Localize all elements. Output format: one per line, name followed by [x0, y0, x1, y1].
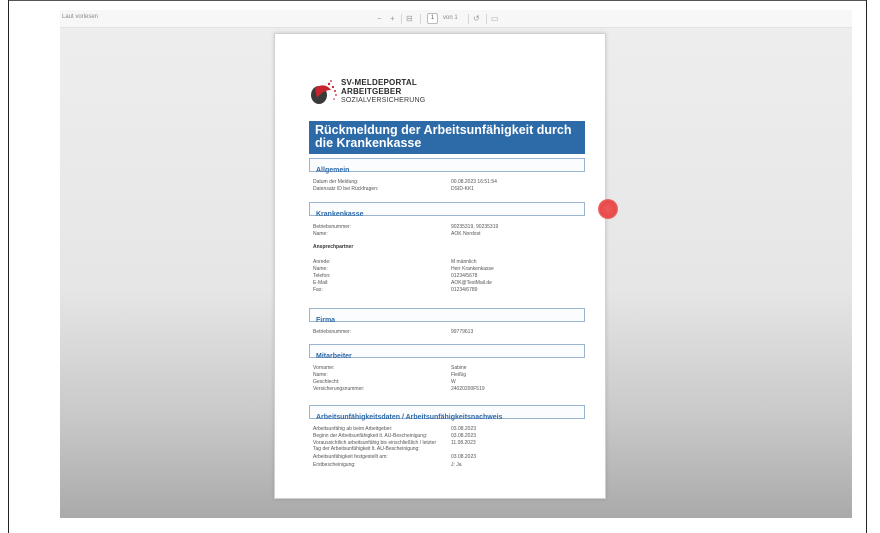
field-label: Anrede:	[313, 259, 331, 265]
field-row: Versicherungsnummer: 24020200F519	[313, 386, 583, 393]
field-row: Betriebsnummer: 99779613	[313, 329, 583, 336]
field-value: 01234/6789	[451, 287, 478, 293]
field-label: Name:	[313, 372, 328, 378]
pdf-toolbar: Laut vorlesen − + ⊟ 1 von 1 ↺ ▭	[60, 10, 852, 28]
field-value: J: Ja	[451, 462, 462, 468]
field-row: Name: AOK Nordost	[313, 231, 583, 238]
logo-line-3: SOZIALVERSICHERUNG	[341, 97, 426, 104]
field-label: Arbeitsunfähig ab beim Arbeitgeber:	[313, 426, 393, 432]
field-label: Erstbescheinigung:	[313, 462, 356, 468]
field-row: Name: Fleißig	[313, 372, 583, 379]
field-label: Arbeitsunfähigkeit festgestellt am:	[313, 454, 388, 460]
field-row: Telefon: 01234/5678	[313, 273, 583, 280]
field-value: 24020200F519	[451, 386, 485, 392]
field-value: DSID-KK1	[451, 186, 475, 192]
field-row: Arbeitsunfähigkeit festgestellt am: 03.0…	[313, 454, 583, 461]
field-row: Erstbescheinigung: J: Ja	[313, 462, 583, 469]
field-label: Telefon:	[313, 273, 331, 279]
field-row: Datensatz ID bei Rückfragen: DSID-KK1	[313, 186, 583, 193]
section-heading: Arbeitsunfähigkeitsdaten / Arbeitsunfähi…	[316, 414, 503, 421]
section-heading: Mitarbeiter	[316, 353, 352, 360]
field-value: W	[451, 379, 456, 385]
field-label: Name:	[313, 231, 328, 237]
section-heading: Firma	[316, 317, 336, 324]
toolbar-divider	[420, 14, 421, 24]
field-value: 03.08.2023	[451, 454, 477, 460]
field-value: M männlich	[451, 259, 477, 265]
field-row: Arbeitsunfähig ab beim Arbeitgeber: 03.0…	[313, 426, 583, 433]
section-heading: Krankenkasse	[316, 211, 364, 218]
field-label: Datum der Meldung:	[313, 179, 359, 185]
frame-border-left	[8, 0, 9, 533]
field-value: Sabine	[451, 365, 467, 371]
field-value: 90235319, 90235319	[451, 224, 499, 230]
field-label: Beginn der Arbeitsunfähigkeit lt. AU-Bes…	[313, 433, 428, 439]
toolbar-divider	[468, 14, 469, 24]
logo-line-1: SV-MELDEPORTAL	[341, 78, 417, 87]
sv-meldeportal-logo-icon	[311, 80, 337, 104]
document-title-bar: Rückmeldung der Arbeitsunfähigkeit durch…	[309, 121, 585, 154]
document-title: Rückmeldung der Arbeitsunfähigkeit durch…	[315, 123, 572, 150]
field-row: Betriebsnummer: 90235319, 90235319	[313, 224, 583, 231]
contact-subheading: Ansprechpartner	[313, 244, 354, 250]
field-value: 99779613	[451, 329, 474, 335]
page-view-icon[interactable]: ▭	[491, 13, 499, 24]
pdf-page: SV-MELDEPORTAL ARBEITGEBER SOZIALVERSICH…	[274, 33, 606, 499]
field-label: Betriebsnummer:	[313, 329, 352, 335]
field-label: Name:	[313, 266, 328, 272]
section-krankenkasse: Krankenkasse	[309, 202, 585, 218]
section-heading: Allgemein	[316, 167, 350, 174]
section-mitarbeiter: Mitarbeiter	[309, 344, 585, 360]
rotate-icon[interactable]: ↺	[473, 13, 480, 24]
page-number-input[interactable]: 1	[427, 13, 438, 24]
field-value: 01234/5678	[451, 273, 478, 279]
field-value: 03.08.2023	[451, 426, 477, 432]
field-row: Datum der Meldung: 00.08.2023 16:51:54	[313, 179, 583, 186]
field-label: Betriebsnummer:	[313, 224, 352, 230]
page-count-label: von 1	[443, 15, 458, 21]
logo-line-2: ARBEITGEBER	[341, 87, 402, 96]
field-label: Datensatz ID bei Rückfragen:	[313, 186, 379, 192]
zoom-out-button[interactable]: −	[377, 13, 382, 24]
field-value: 00.08.2023 16:51:54	[451, 179, 497, 185]
field-row: Vorname: Sabine	[313, 365, 583, 372]
field-value: 03.08.2023	[451, 433, 477, 439]
field-row: Tag der Arbeitsunfähigkeit lt. AU-Besche…	[313, 446, 583, 453]
zoom-in-button[interactable]: +	[390, 13, 395, 24]
section-au-daten: Arbeitsunfähigkeitsdaten / Arbeitsunfähi…	[309, 405, 585, 421]
field-row: Name: Herr Krankenkasse	[313, 266, 583, 273]
toolbar-divider	[401, 14, 402, 24]
field-label: Tag der Arbeitsunfähigkeit lt. AU-Besche…	[313, 446, 420, 452]
section-firma: Firma	[309, 308, 585, 324]
cursor-highlight-icon	[598, 199, 618, 219]
field-row: Fax: 01234/6789	[313, 287, 583, 294]
field-value: Herr Krankenkasse	[451, 266, 494, 272]
fit-page-icon[interactable]: ⊟	[406, 13, 413, 24]
field-row: Geschlecht: W	[313, 379, 583, 386]
section-allgemein: Allgemein	[309, 158, 585, 174]
field-label: Versicherungsnummer:	[313, 386, 365, 392]
screen-frame: Laut vorlesen − + ⊟ 1 von 1 ↺ ▭ SV-MELDE…	[0, 0, 880, 533]
field-row: Anrede: M männlich	[313, 259, 583, 266]
toolbar-divider	[486, 14, 487, 24]
logo-wordmark: SV-MELDEPORTAL ARBEITGEBER SOZIALVERSICH…	[341, 78, 425, 105]
field-value: Fleißig	[451, 372, 467, 378]
field-label: E-Mail:	[313, 280, 329, 286]
read-aloud-button[interactable]: Laut vorlesen	[62, 14, 98, 20]
field-label: Geschlecht:	[313, 379, 340, 385]
frame-border-top	[8, 0, 867, 1]
field-value: AOK Nordost	[451, 231, 481, 237]
frame-border-right	[866, 0, 867, 533]
field-label: Fax:	[313, 287, 323, 293]
field-label: Vorname:	[313, 365, 335, 371]
field-value: AOK@TestMail.de	[451, 280, 492, 286]
field-row: Beginn der Arbeitsunfähigkeit lt. AU-Bes…	[313, 433, 583, 440]
field-row: E-Mail: AOK@TestMail.de	[313, 280, 583, 287]
